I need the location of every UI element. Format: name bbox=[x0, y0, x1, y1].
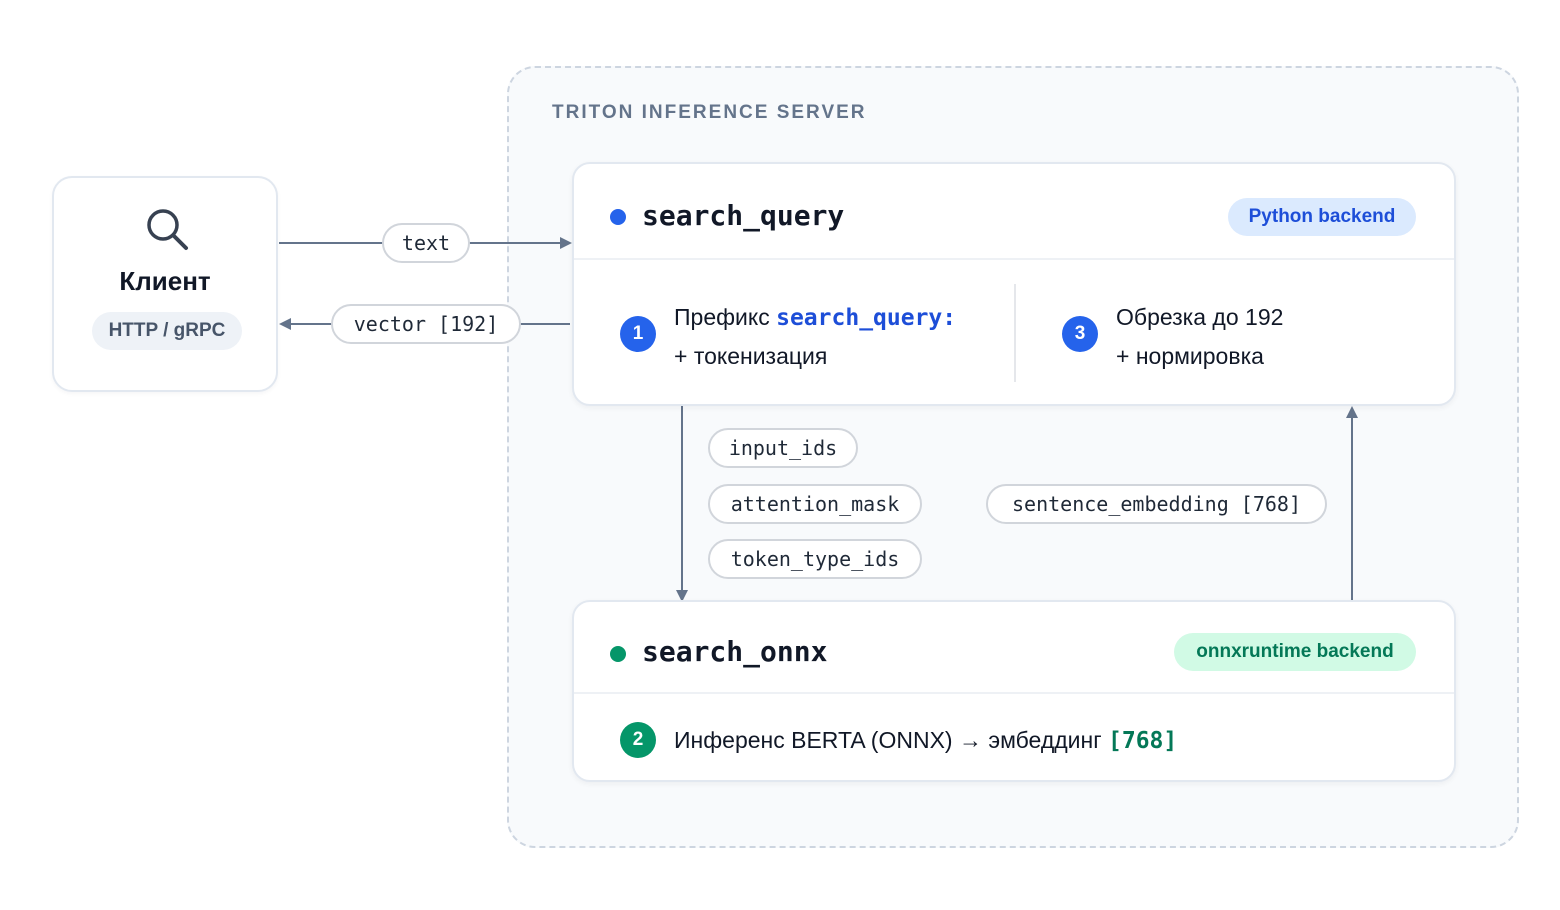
request-label-text: text bbox=[382, 223, 470, 263]
step-2-badge: 2 bbox=[620, 722, 656, 758]
onnxruntime-backend-badge: onnxruntime backend bbox=[1174, 633, 1416, 671]
client-protocol-badge: HTTP / gRPC bbox=[92, 312, 242, 350]
tensor-attention-mask: attention_mask bbox=[708, 484, 922, 524]
client-title: Клиент bbox=[119, 266, 211, 296]
embedding-dim-code: [768] bbox=[1108, 728, 1178, 754]
step-1-line-2: + токенизация bbox=[674, 343, 828, 369]
onnx-status-dot bbox=[610, 646, 626, 662]
response-label-vector: vector [192] bbox=[331, 304, 521, 344]
client-node: Клиент HTTP / gRPC bbox=[52, 176, 278, 392]
step-3-badge: 3 bbox=[1062, 316, 1098, 352]
model-name-search-onnx: search_onnx bbox=[642, 635, 828, 668]
step-1-badge: 1 bbox=[620, 316, 656, 352]
prefix-code: search_query: bbox=[776, 305, 957, 331]
search-query-model-card: search_query Python backend 1 Префикс se… bbox=[572, 162, 1456, 406]
step-3-line-2: + нормировка bbox=[1116, 343, 1264, 369]
search-icon bbox=[147, 209, 188, 250]
tensor-token-type-ids: token_type_ids bbox=[708, 539, 922, 579]
python-status-dot bbox=[610, 209, 626, 225]
search-onnx-model-card: search_onnx onnxruntime backend 2 Инфере… bbox=[572, 600, 1456, 782]
tensor-input-ids: input_ids bbox=[708, 428, 858, 468]
search-query-header: search_query Python backend bbox=[574, 164, 1454, 260]
model-name-search-query: search_query bbox=[642, 199, 845, 232]
step-2-text: Инференс BERTA (ONNX) → эмбеддинг [768] bbox=[674, 727, 1178, 754]
step-1-line-1: Префикс search_query: bbox=[674, 304, 957, 331]
search-onnx-header: search_onnx onnxruntime backend bbox=[574, 602, 1454, 694]
python-backend-badge: Python backend bbox=[1228, 198, 1416, 236]
tensor-sentence-embedding: sentence_embedding [768] bbox=[986, 484, 1327, 524]
step-3-line-1: Обрезка до 192 bbox=[1116, 304, 1284, 330]
server-label: TRITON INFERENCE SERVER bbox=[552, 102, 867, 123]
steps-divider bbox=[1014, 284, 1016, 382]
